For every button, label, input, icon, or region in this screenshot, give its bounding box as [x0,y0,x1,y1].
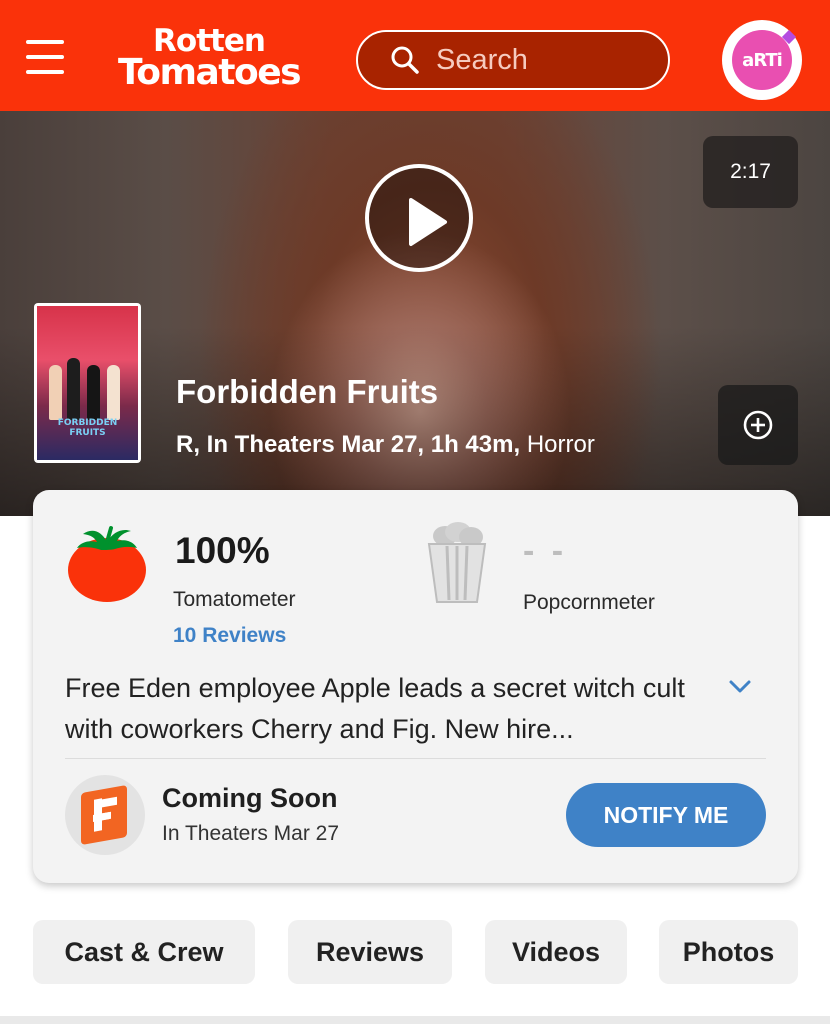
tab-cast-crew[interactable]: Cast & Crew [33,920,255,984]
movie-poster[interactable]: FORBIDDEN FRUITS [34,303,141,463]
movie-meta: R, In Theaters Mar 27, 1h 43m, Horror [176,431,595,459]
popcorn-bucket-icon [427,522,487,603]
plus-circle-icon [743,410,773,440]
release-date: In Theaters Mar 27 [162,822,340,845]
top-header: Rotten Tomatoes aRTi [0,0,830,111]
popcornmeter-label: Popcornmeter [523,591,655,614]
trailer-duration: 2:17 [703,136,798,208]
chevron-down-icon[interactable] [727,676,753,696]
tab-videos[interactable]: Videos [485,920,627,984]
section-tabs: Cast & Crew Reviews Videos Photos [0,906,830,1024]
hamburger-menu-icon[interactable] [26,40,64,74]
tab-photos[interactable]: Photos [659,920,798,984]
trailer-hero[interactable]: 2:17 FORBIDDEN FRUITS Forbidden Fruits R… [0,111,830,516]
play-icon [409,198,447,246]
card-divider [65,758,766,759]
poster-image: FORBIDDEN FRUITS [37,306,138,460]
movie-title: Forbidden Fruits [176,373,439,410]
fandango-logo-icon [65,775,145,855]
rotten-tomatoes-logo[interactable]: Rotten Tomatoes [100,26,318,92]
tomatometer-score: 100% [175,530,270,571]
search-icon [391,46,419,74]
fresh-tomato-icon [68,526,146,602]
reviews-count-link[interactable]: 10 Reviews [173,624,286,648]
search-bar[interactable] [356,30,670,90]
search-input[interactable] [436,43,656,77]
logo-line-2: Tomatoes [117,52,302,93]
coming-soon-title: Coming Soon [162,783,338,813]
notify-me-button[interactable]: NOTIFY ME [566,783,766,847]
tab-reviews[interactable]: Reviews [288,920,452,984]
avatar-badge: aRTi [732,30,792,90]
tomatometer-label: Tomatometer [173,588,296,611]
score-card: 100% Tomatometer 10 Reviews - - Popcornm… [33,490,798,883]
add-to-watchlist-button[interactable] [718,385,798,465]
play-trailer-button[interactable] [365,164,473,272]
synopsis-text[interactable]: Free Eden employee Apple leads a secret … [65,668,715,750]
bottom-divider [0,1016,830,1024]
popcornmeter-score: - - [523,532,568,570]
movie-genre: Horror [526,431,595,458]
movie-meta-main: R, In Theaters Mar 27, 1h 43m, [176,431,521,458]
poster-title-text: FORBIDDEN FRUITS [57,418,118,438]
user-avatar[interactable]: aRTi [722,20,802,100]
